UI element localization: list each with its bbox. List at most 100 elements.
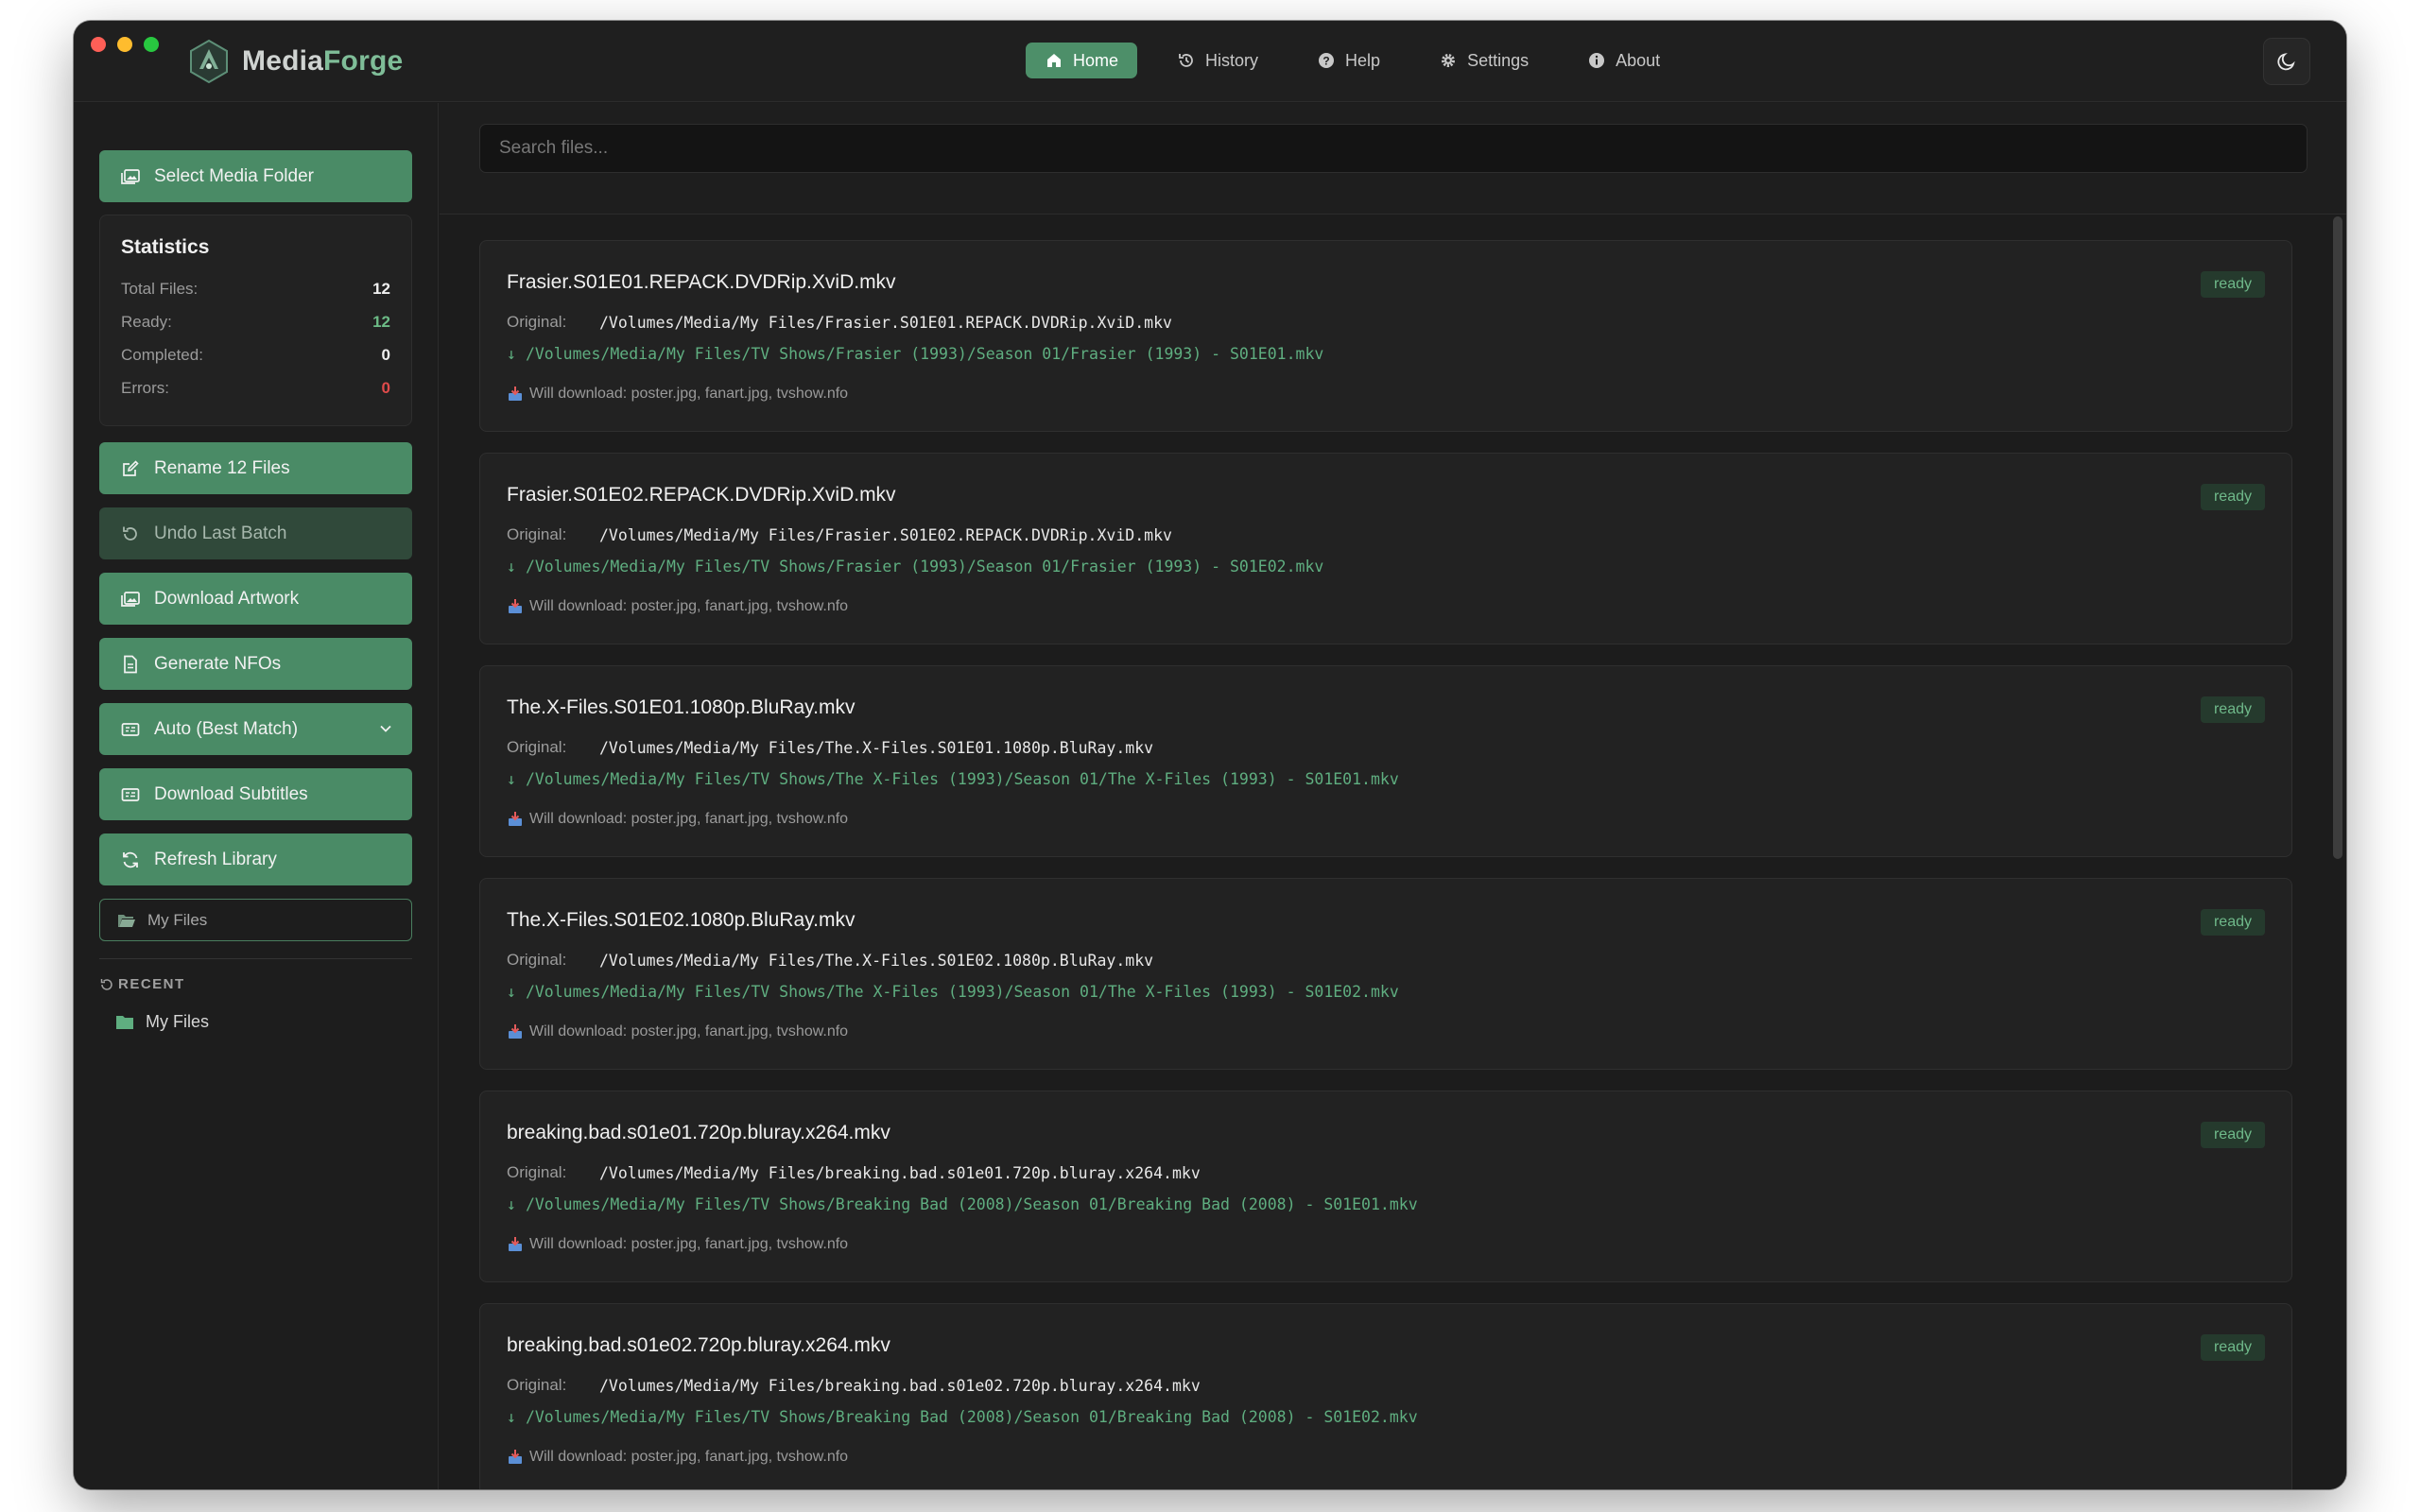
svg-text:?: ?: [1322, 55, 1329, 68]
original-path-row: Original: /Volumes/Media/My Files/breaki…: [507, 1376, 1201, 1395]
nav-settings-label: Settings: [1467, 50, 1530, 70]
file-name: breaking.bad.s01e02.720p.bluray.x264.mkv: [507, 1334, 890, 1356]
refresh-library-button[interactable]: Refresh Library: [99, 833, 412, 885]
destination-path: /Volumes/Media/My Files/TV Shows/Breakin…: [525, 1408, 1418, 1426]
stat-ready: Ready: 12: [121, 305, 390, 338]
file-card[interactable]: breaking.bad.s01e02.720p.bluray.x264.mkv…: [479, 1303, 2292, 1489]
rename-files-button[interactable]: Rename 12 Files: [99, 442, 412, 494]
title-bar: MediaForge Home History ? Help Settings …: [74, 21, 2346, 102]
info-icon: [1589, 53, 1605, 68]
download-info: Will download: poster.jpg, fanart.jpg, t…: [507, 598, 848, 615]
destination-path: /Volumes/Media/My Files/TV Shows/The X-F…: [525, 770, 1399, 788]
stat-label: Completed:: [121, 345, 203, 364]
file-name: Frasier.S01E01.REPACK.DVDRip.XviD.mkv: [507, 271, 896, 293]
arrow-down-icon: ↓: [507, 558, 516, 576]
nav-about[interactable]: About: [1568, 43, 1679, 78]
file-name: breaking.bad.s01e01.720p.bluray.x264.mkv: [507, 1122, 890, 1143]
destination-path-row: ↓ /Volumes/Media/My Files/TV Shows/Break…: [507, 1408, 1418, 1426]
original-path: /Volumes/Media/My Files/breaking.bad.s01…: [599, 1376, 1201, 1395]
original-label: Original:: [507, 525, 567, 543]
stat-label: Ready:: [121, 312, 172, 331]
history-icon: [1179, 54, 1193, 67]
destination-path-row: ↓ /Volumes/Media/My Files/TV Shows/Break…: [507, 1195, 1418, 1213]
file-card[interactable]: The.X-Files.S01E01.1080p.BluRay.mkv read…: [479, 665, 2292, 857]
download-subtitles-button[interactable]: Download Subtitles: [99, 768, 412, 820]
zoom-window-button[interactable]: [144, 37, 159, 52]
destination-path-row: ↓ /Volumes/Media/My Files/TV Shows/The X…: [507, 983, 1399, 1001]
minimize-window-button[interactable]: [117, 37, 132, 52]
app-logo-icon: [190, 39, 228, 84]
inbox-tray-icon: [509, 1450, 522, 1464]
download-info-text: Will download: poster.jpg, fanart.jpg, t…: [529, 598, 849, 614]
recent-item-my-files[interactable]: My Files: [115, 1012, 209, 1032]
file-card[interactable]: Frasier.S01E02.REPACK.DVDRip.XviD.mkv re…: [479, 453, 2292, 644]
stat-total-files: Total Files: 12: [121, 272, 390, 305]
destination-path: /Volumes/Media/My Files/TV Shows/Frasier…: [525, 558, 1324, 576]
download-info-text: Will download: poster.jpg, fanart.jpg, t…: [529, 1023, 849, 1040]
original-path: /Volumes/Media/My Files/Frasier.S01E01.R…: [599, 313, 1172, 332]
file-list-scrollbar[interactable]: [2333, 216, 2342, 1489]
sidebar: Select Media Folder Statistics Total Fil…: [74, 103, 439, 1489]
generate-nfos-label: Generate NFOs: [154, 653, 282, 674]
recent-section-header: RECENT: [99, 976, 185, 992]
destination-path: /Volumes/Media/My Files/TV Shows/Breakin…: [525, 1195, 1418, 1213]
file-card[interactable]: Frasier.S01E01.REPACK.DVDRip.XviD.mkv re…: [479, 240, 2292, 432]
folder-icon: [116, 1016, 133, 1029]
close-window-button[interactable]: [91, 37, 106, 52]
destination-path-row: ↓ /Volumes/Media/My Files/TV Shows/Frasi…: [507, 558, 1323, 576]
app-window: MediaForge Home History ? Help Settings …: [74, 21, 2346, 1489]
sidebar-divider: [99, 958, 412, 959]
stat-errors: Errors: 0: [121, 371, 390, 404]
statistics-panel: Statistics Total Files: 12 Ready: 12 Com…: [99, 215, 412, 426]
original-label: Original:: [507, 951, 567, 969]
original-label: Original:: [507, 313, 567, 331]
download-info: Will download: poster.jpg, fanart.jpg, t…: [507, 1449, 848, 1466]
original-path-row: Original: /Volumes/Media/My Files/breaki…: [507, 1163, 1201, 1182]
nav-help-label: Help: [1345, 50, 1381, 70]
original-path-row: Original: /Volumes/Media/My Files/The.X-…: [507, 951, 1153, 970]
inbox-tray-icon: [509, 1024, 522, 1039]
file-card[interactable]: The.X-Files.S01E02.1080p.BluRay.mkv read…: [479, 878, 2292, 1070]
download-info: Will download: poster.jpg, fanart.jpg, t…: [507, 386, 848, 403]
destination-path: /Volumes/Media/My Files/TV Shows/Frasier…: [525, 345, 1324, 363]
nav-help[interactable]: ? Help: [1298, 43, 1399, 78]
closed-captions-icon: [121, 722, 140, 736]
file-name: Frasier.S01E02.REPACK.DVDRip.XviD.mkv: [507, 484, 896, 506]
download-info-text: Will download: poster.jpg, fanart.jpg, t…: [529, 1449, 849, 1465]
download-info-text: Will download: poster.jpg, fanart.jpg, t…: [529, 811, 849, 827]
undo-last-batch-button[interactable]: Undo Last Batch: [99, 507, 412, 559]
select-media-folder-button[interactable]: Select Media Folder: [99, 150, 412, 202]
nav-settings[interactable]: Settings: [1420, 43, 1547, 78]
arrow-down-icon: ↓: [507, 345, 516, 363]
current-folder-field[interactable]: My Files: [99, 899, 412, 941]
status-badge: ready: [2200, 909, 2265, 936]
nav-home[interactable]: Home: [1026, 43, 1138, 78]
arrow-down-icon: ↓: [507, 1195, 516, 1213]
download-artwork-button[interactable]: Download Artwork: [99, 573, 412, 625]
download-artwork-label: Download Artwork: [154, 588, 300, 609]
nav-history[interactable]: History: [1158, 43, 1277, 78]
download-info-text: Will download: poster.jpg, fanart.jpg, t…: [529, 1236, 849, 1252]
original-path: /Volumes/Media/My Files/Frasier.S01E02.R…: [599, 525, 1172, 544]
moon-icon: [2277, 53, 2295, 71]
nav-about-label: About: [1616, 50, 1661, 70]
file-card[interactable]: breaking.bad.s01e01.720p.bluray.x264.mkv…: [479, 1091, 2292, 1282]
stat-value: 12: [372, 279, 390, 298]
generate-nfos-button[interactable]: Generate NFOs: [99, 638, 412, 690]
stat-value: 12: [372, 312, 390, 331]
download-info: Will download: poster.jpg, fanart.jpg, t…: [507, 811, 848, 828]
stat-label: Errors:: [121, 378, 169, 397]
status-badge: ready: [2200, 484, 2265, 510]
subtitle-match-mode-select[interactable]: Auto (Best Match): [99, 703, 412, 755]
destination-path-row: ↓ /Volumes/Media/My Files/TV Shows/The X…: [507, 770, 1399, 788]
theme-toggle-button[interactable]: [2263, 38, 2310, 85]
download-info: Will download: poster.jpg, fanart.jpg, t…: [507, 1236, 848, 1253]
search-input[interactable]: [479, 124, 2308, 173]
inbox-tray-icon: [509, 1237, 522, 1251]
scrollbar-thumb[interactable]: [2333, 216, 2342, 859]
stat-completed: Completed: 0: [121, 338, 390, 371]
recent-item-label: My Files: [146, 1012, 209, 1031]
status-badge: ready: [2200, 271, 2265, 298]
download-info: Will download: poster.jpg, fanart.jpg, t…: [507, 1023, 848, 1040]
image-icon: [121, 591, 140, 607]
